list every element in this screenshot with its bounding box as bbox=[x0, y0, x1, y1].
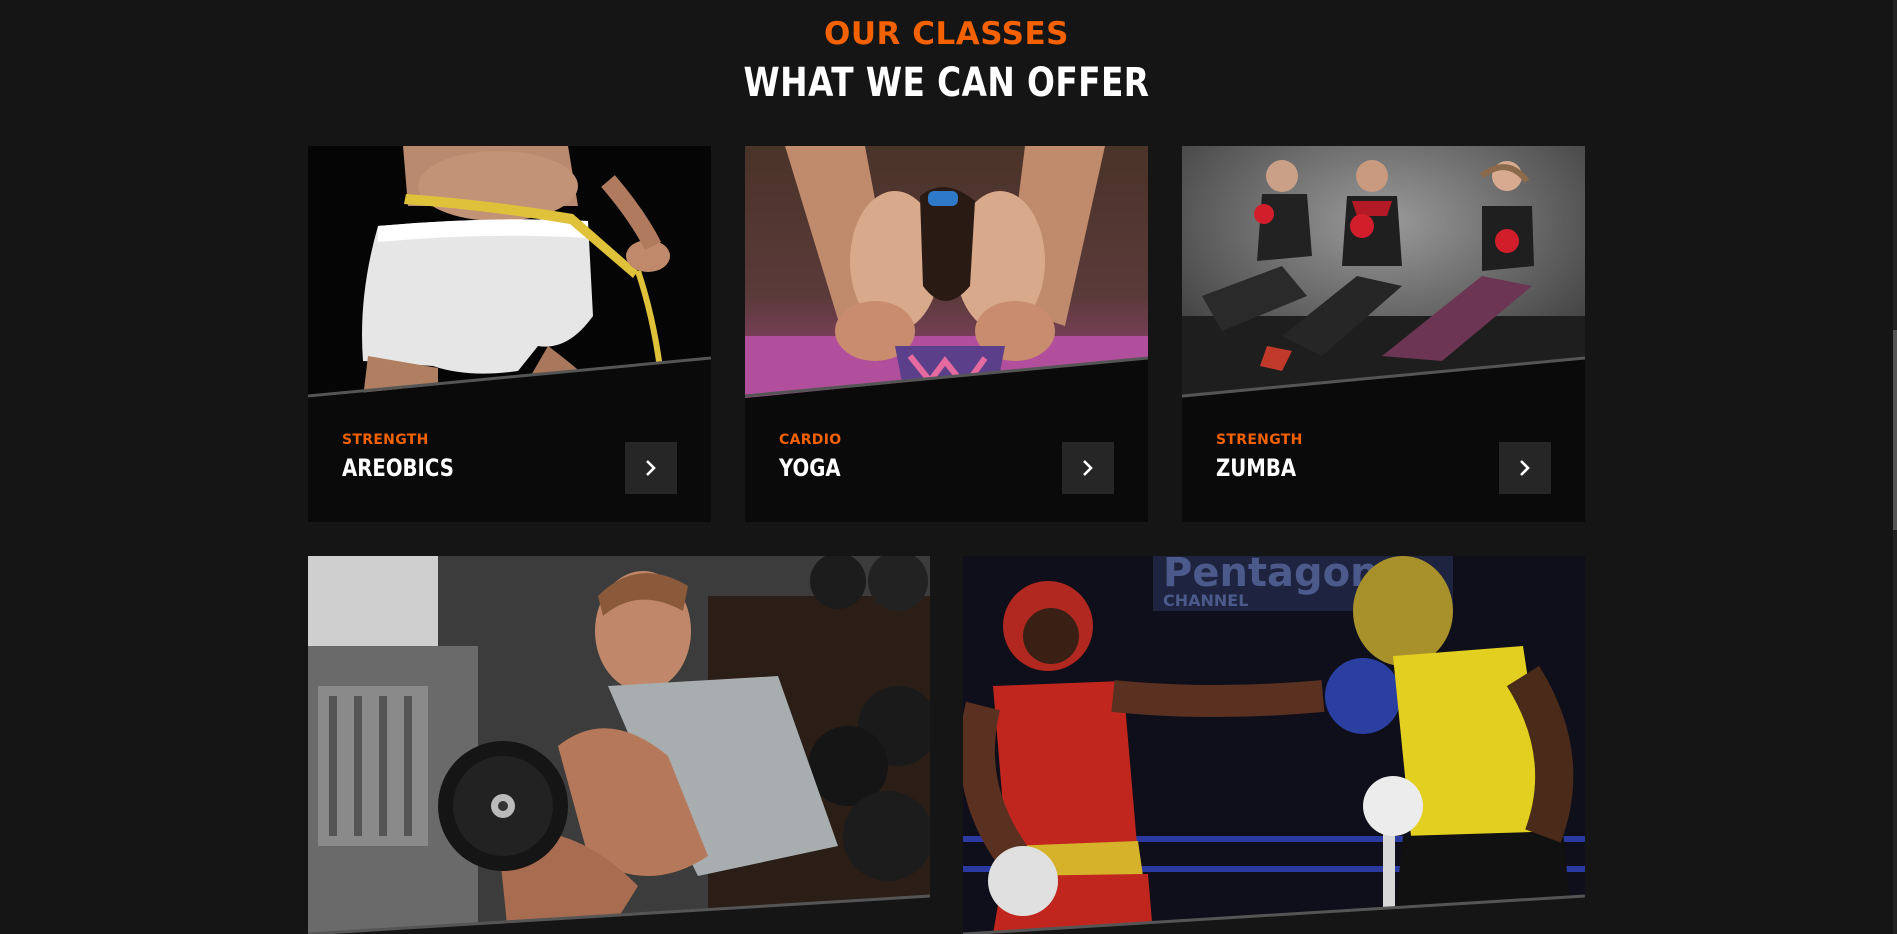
classes-page: OUR CLASSES WHAT WE CAN OFFER STRENGTH A… bbox=[0, 0, 1897, 934]
featured-class-card[interactable] bbox=[308, 556, 930, 934]
class-card-text: CARDIO YOGA bbox=[779, 432, 854, 482]
class-category: CARDIO bbox=[779, 432, 842, 448]
class-card-aerobics[interactable]: STRENGTH AREOBICS bbox=[308, 146, 711, 522]
dumbbell-curl-photo bbox=[308, 556, 930, 934]
featured-class-card[interactable]: Pentagon CHANNEL bbox=[963, 556, 1585, 934]
class-name: ZUMBA bbox=[1216, 454, 1297, 482]
chevron-right-icon bbox=[1083, 460, 1093, 476]
page-scrollbar[interactable] bbox=[1893, 0, 1897, 934]
class-arrow-button[interactable] bbox=[1062, 442, 1114, 494]
class-card-text: STRENGTH AREOBICS bbox=[342, 432, 478, 482]
class-name: AREOBICS bbox=[342, 454, 454, 482]
class-name: YOGA bbox=[779, 454, 841, 482]
class-arrow-button[interactable] bbox=[1499, 442, 1551, 494]
chevron-right-icon bbox=[646, 460, 656, 476]
yoga-stretch-photo bbox=[745, 146, 1148, 398]
class-category: STRENGTH bbox=[342, 432, 429, 448]
banner-text: Pentagon bbox=[1163, 556, 1379, 596]
class-card-image bbox=[745, 146, 1148, 398]
chevron-right-icon bbox=[1520, 460, 1530, 476]
class-card-image bbox=[1182, 146, 1585, 398]
boxing-match-photo: Pentagon CHANNEL bbox=[963, 556, 1585, 934]
group-kettlebell-photo bbox=[1182, 146, 1585, 398]
class-card-text: STRENGTH ZUMBA bbox=[1216, 432, 1314, 482]
class-card-yoga[interactable]: CARDIO YOGA bbox=[745, 146, 1148, 522]
class-card-zumba[interactable]: STRENGTH ZUMBA bbox=[1182, 146, 1585, 522]
class-card-image bbox=[308, 146, 711, 398]
section-eyebrow: OUR CLASSES bbox=[824, 16, 1069, 52]
class-arrow-button[interactable] bbox=[625, 442, 677, 494]
banner-subtext: CHANNEL bbox=[1163, 591, 1248, 610]
waist-measuring-photo bbox=[308, 146, 711, 398]
class-category: STRENGTH bbox=[1216, 432, 1303, 448]
section-title: WHAT WE CAN OFFER bbox=[743, 60, 1150, 106]
scrollbar-thumb[interactable] bbox=[1893, 330, 1897, 530]
